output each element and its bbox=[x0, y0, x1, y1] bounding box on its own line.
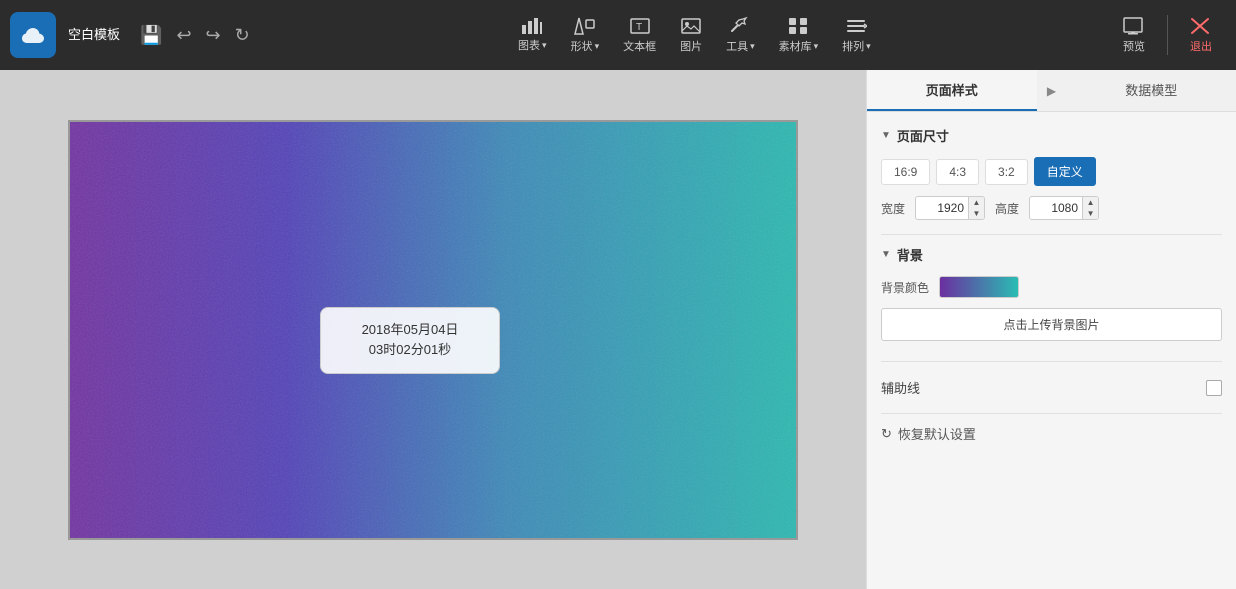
height-down-btn[interactable]: ▼ bbox=[1082, 208, 1098, 219]
bg-caret: ▼ bbox=[881, 249, 891, 260]
dimension-row: 宽度 ▲ ▼ 高度 ▲ ▼ bbox=[881, 196, 1222, 220]
preview-label: 预览 bbox=[1123, 38, 1145, 54]
app-logo bbox=[10, 12, 56, 58]
size-btn-custom[interactable]: 自定义 bbox=[1034, 157, 1096, 186]
shape-label: 形状 bbox=[571, 38, 593, 54]
tool-btn[interactable]: 工具 ▾ bbox=[726, 16, 755, 54]
main-content: 2018年05月04日 03时02分01秒 页面样式 ▶ 数据模型 ▼ 页面尺寸… bbox=[0, 70, 1236, 589]
library-tool-btn[interactable]: 素材库 ▾ bbox=[779, 16, 819, 54]
panel-tabs: 页面样式 ▶ 数据模型 bbox=[867, 70, 1236, 112]
panel-page-style-content: ▼ 页面尺寸 16:9 4:3 3:2 自定义 宽度 ▲ ▼ 高度 bbox=[867, 112, 1236, 589]
bg-section: ▼ 背景 背景颜色 点击上传背景图片 bbox=[881, 245, 1222, 351]
bg-color-label: 背景颜色 bbox=[881, 279, 929, 296]
divider-3 bbox=[881, 413, 1222, 414]
restore-defaults-btn[interactable]: ↻ 恢复默认设置 bbox=[881, 424, 1222, 443]
datetime-line2: 03时02分01秒 bbox=[339, 340, 481, 361]
restore-label: 恢复默认设置 bbox=[898, 424, 976, 443]
bg-color-picker[interactable] bbox=[939, 276, 1019, 298]
topbar: 空白模板 💾 ↩ ↪ ↻ 图表 ▾ 形状 bbox=[0, 0, 1236, 70]
width-input[interactable] bbox=[916, 198, 968, 218]
image-label: 图片 bbox=[680, 38, 702, 54]
divider-1 bbox=[881, 234, 1222, 235]
library-label: 素材库 bbox=[779, 38, 812, 54]
undo-icon[interactable]: ↩ bbox=[176, 25, 191, 46]
chart-tool-btn[interactable]: 图表 ▾ bbox=[518, 17, 547, 53]
width-up-btn[interactable]: ▲ bbox=[968, 197, 984, 208]
tool-label: 工具 bbox=[726, 38, 748, 54]
size-btn-4-3[interactable]: 4:3 bbox=[936, 159, 979, 185]
redo-icon[interactable]: ↪ bbox=[206, 25, 221, 46]
size-options-row: 16:9 4:3 3:2 自定义 bbox=[881, 157, 1222, 186]
height-label: 高度 bbox=[995, 200, 1019, 217]
tab-page-style[interactable]: 页面样式 bbox=[867, 70, 1037, 111]
refresh-icon[interactable]: ↻ bbox=[235, 25, 250, 46]
width-input-wrap: ▲ ▼ bbox=[915, 196, 985, 220]
shape-tool-btn[interactable]: 形状 ▾ bbox=[571, 16, 600, 54]
bg-color-row: 背景颜色 bbox=[881, 276, 1222, 298]
guide-label: 辅助线 bbox=[881, 378, 920, 397]
size-btn-3-2[interactable]: 3:2 bbox=[985, 159, 1028, 185]
guide-row: 辅助线 bbox=[881, 372, 1222, 403]
panel-collapse-btn[interactable]: ▶ bbox=[1037, 70, 1067, 111]
textbox-label: 文本框 bbox=[623, 38, 656, 54]
tool-caret: ▾ bbox=[750, 41, 755, 52]
divider-2 bbox=[881, 361, 1222, 362]
guide-checkbox[interactable] bbox=[1206, 380, 1222, 396]
page-size-section-title: ▼ 页面尺寸 bbox=[881, 126, 1222, 145]
toolbar-right: 预览 退出 bbox=[1109, 13, 1226, 58]
restore-icon: ↻ bbox=[881, 426, 892, 442]
toolbar-middle: 图表 ▾ 形状 ▾ T 文本框 bbox=[280, 16, 1109, 54]
height-spinners: ▲ ▼ bbox=[1082, 197, 1098, 219]
image-tool-btn[interactable]: 图片 bbox=[680, 16, 702, 54]
canvas-wrapper[interactable]: 2018年05月04日 03时02分01秒 bbox=[68, 120, 798, 540]
textbox-tool-btn[interactable]: T 文本框 bbox=[623, 16, 656, 54]
canvas-area: 2018年05月04日 03时02分01秒 bbox=[0, 70, 866, 589]
chart-label: 图表 bbox=[518, 37, 540, 53]
width-label: 宽度 bbox=[881, 200, 905, 217]
width-down-btn[interactable]: ▼ bbox=[968, 208, 984, 219]
toolbar-actions: 💾 ↩ ↪ ↻ bbox=[140, 25, 250, 46]
right-panel: 页面样式 ▶ 数据模型 ▼ 页面尺寸 16:9 4:3 3:2 自定义 宽度 bbox=[866, 70, 1236, 589]
library-caret: ▾ bbox=[814, 41, 819, 52]
exit-btn[interactable]: 退出 bbox=[1176, 13, 1226, 58]
tab-data-model[interactable]: 数据模型 bbox=[1067, 70, 1236, 111]
datetime-widget[interactable]: 2018年05月04日 03时02分01秒 bbox=[320, 307, 500, 375]
title-area: 空白模板 bbox=[68, 26, 120, 44]
width-spinners: ▲ ▼ bbox=[968, 197, 984, 219]
svg-text:T: T bbox=[636, 22, 642, 33]
arrange-caret: ▾ bbox=[866, 41, 871, 52]
shape-caret: ▾ bbox=[595, 41, 600, 52]
exit-label: 退出 bbox=[1190, 38, 1212, 54]
height-input[interactable] bbox=[1030, 198, 1082, 218]
arrange-label: 排列 bbox=[842, 38, 864, 54]
preview-btn[interactable]: 预览 bbox=[1109, 13, 1159, 58]
arrange-tool-btn[interactable]: 排列 ▾ bbox=[842, 16, 871, 54]
app-title: 空白模板 bbox=[68, 26, 120, 44]
save-icon[interactable]: 💾 bbox=[140, 25, 162, 46]
bg-section-title: ▼ 背景 bbox=[881, 245, 1222, 264]
chart-caret: ▾ bbox=[542, 40, 547, 51]
size-btn-16-9[interactable]: 16:9 bbox=[881, 159, 930, 185]
height-input-wrap: ▲ ▼ bbox=[1029, 196, 1099, 220]
page-size-caret: ▼ bbox=[881, 130, 891, 141]
height-up-btn[interactable]: ▲ bbox=[1082, 197, 1098, 208]
datetime-line1: 2018年05月04日 bbox=[339, 320, 481, 341]
upload-bg-btn[interactable]: 点击上传背景图片 bbox=[881, 308, 1222, 341]
